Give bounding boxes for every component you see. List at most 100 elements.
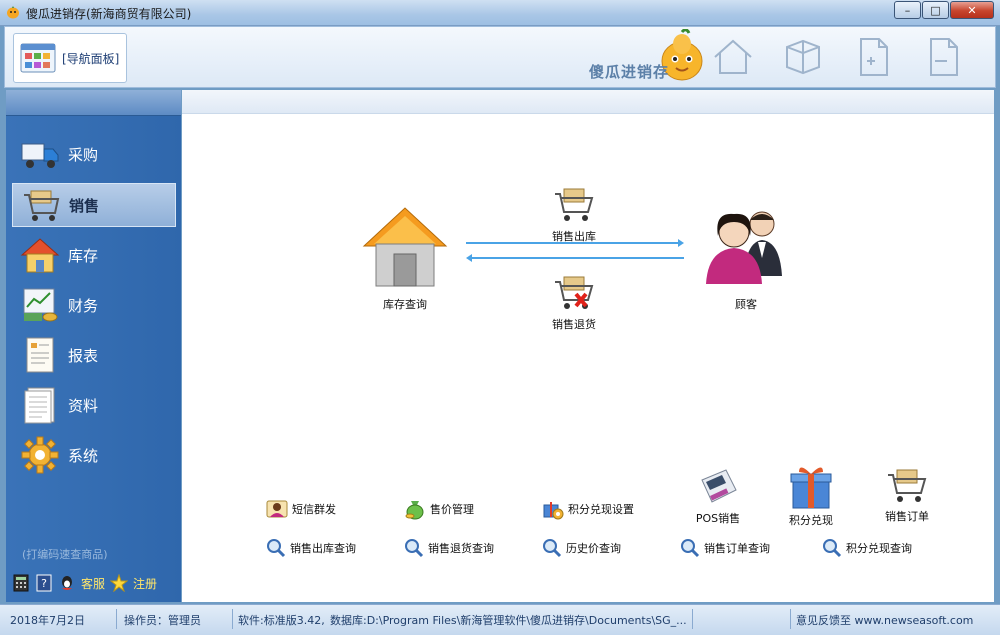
price-history-query-button[interactable]: 历史价查询 bbox=[542, 538, 621, 558]
sidebar-tools: ? 客服 注册 bbox=[12, 574, 157, 592]
nav-panel-tab[interactable]: [导航面板] bbox=[13, 33, 127, 83]
sales-return-icon[interactable] bbox=[552, 274, 596, 312]
finance-icon bbox=[23, 288, 58, 322]
star-icon[interactable] bbox=[110, 574, 129, 592]
sales-outbound-label[interactable]: 销售出库 bbox=[544, 228, 604, 244]
main-content: 库存查询 销售出库 销售退货 顾客 短信群发 售价管理 积分兑现设置 POS销售… bbox=[182, 90, 994, 602]
sales-order-cart-icon bbox=[888, 469, 927, 502]
status-divider bbox=[692, 609, 693, 629]
points-redeem-settings-label: 积分兑现设置 bbox=[568, 503, 634, 516]
sidebar-item-finance[interactable]: 财务 bbox=[12, 283, 176, 327]
report-icon bbox=[26, 337, 54, 373]
gift-settings-icon bbox=[543, 502, 564, 520]
minimize-button[interactable]: – bbox=[894, 1, 921, 19]
pos-sales-button[interactable]: POS销售 bbox=[683, 466, 753, 526]
sales-outbound-query-button[interactable]: 销售出库查询 bbox=[266, 538, 356, 558]
brand-logo: 傻瓜进销存 bbox=[587, 29, 707, 85]
sales-return-query-label: 销售退货查询 bbox=[428, 542, 494, 555]
sidebar-item-purchase[interactable]: 采购 bbox=[12, 132, 176, 176]
pos-terminal-icon bbox=[701, 469, 737, 503]
sms-broadcast-label: 短信群发 bbox=[292, 503, 336, 516]
help-icon[interactable]: ? bbox=[35, 574, 53, 592]
quick-search-hint[interactable]: (打编码速查商品) bbox=[22, 546, 108, 562]
toolbar: [导航面板] 傻瓜进销存 bbox=[4, 26, 996, 88]
sidebar-item-label: 采购 bbox=[68, 145, 99, 164]
sales-order-query-button[interactable]: 销售订单查询 bbox=[680, 538, 770, 558]
sidebar-item-label: 销售 bbox=[69, 196, 100, 215]
brand-text: 傻瓜进销存 bbox=[589, 63, 670, 81]
status-database: 数据库:D:\Program Files\新海管理软件\傻瓜进销存\Docume… bbox=[330, 614, 687, 627]
sidebar-item-label: 财务 bbox=[68, 296, 99, 315]
close-button[interactable]: ✕ bbox=[950, 1, 994, 19]
cart-icon bbox=[24, 190, 60, 221]
sales-order-button[interactable]: 销售订单 bbox=[872, 466, 942, 524]
points-redeem-label: 积分兑现 bbox=[789, 514, 833, 527]
qq-service-icon[interactable] bbox=[58, 574, 76, 592]
status-divider bbox=[232, 609, 233, 629]
search-icon bbox=[405, 539, 424, 558]
svg-text:?: ? bbox=[41, 577, 47, 590]
status-software: 软件:标准版3.42, bbox=[238, 614, 325, 627]
warehouse-query-icon[interactable] bbox=[360, 202, 450, 292]
points-redeem-query-button[interactable]: 积分兑现查询 bbox=[822, 538, 912, 558]
points-redeem-button[interactable]: 积分兑现 bbox=[776, 464, 846, 528]
content-header bbox=[182, 90, 994, 114]
sales-outbound-icon[interactable] bbox=[552, 186, 596, 224]
calculator-icon[interactable] bbox=[12, 574, 30, 592]
sidebar-header bbox=[6, 90, 181, 116]
warehouse-icon bbox=[20, 238, 60, 273]
nav-panel-label: [导航面板] bbox=[62, 51, 120, 66]
points-redeem-settings-button[interactable]: 积分兑现设置 bbox=[542, 498, 634, 520]
customer-label[interactable]: 顾客 bbox=[716, 296, 776, 312]
gift-box-icon bbox=[790, 467, 832, 509]
status-divider bbox=[790, 609, 791, 629]
search-icon bbox=[543, 539, 562, 558]
title-bar: 傻瓜进销存(新海商贸有限公司) – □ ✕ bbox=[0, 0, 1000, 26]
price-management-button[interactable]: 售价管理 bbox=[404, 498, 474, 520]
price-history-query-label: 历史价查询 bbox=[566, 542, 621, 555]
search-icon bbox=[823, 539, 842, 558]
sidebar-item-label: 系统 bbox=[68, 446, 99, 465]
sidebar-item-system[interactable]: 系统 bbox=[12, 433, 176, 477]
price-management-label: 售价管理 bbox=[430, 503, 474, 516]
add-page-icon[interactable] bbox=[851, 35, 895, 79]
points-redeem-query-label: 积分兑现查询 bbox=[846, 542, 912, 555]
contact-icon bbox=[266, 500, 288, 518]
sidebar-item-label: 报表 bbox=[68, 346, 99, 365]
sidebar-item-sales[interactable]: 销售 bbox=[12, 183, 176, 227]
pos-sales-label: POS销售 bbox=[695, 512, 741, 525]
gear-icon bbox=[21, 436, 59, 474]
sidebar-item-label: 库存 bbox=[68, 246, 99, 265]
remove-page-icon[interactable] bbox=[921, 35, 965, 79]
sidebar-item-label: 资料 bbox=[68, 396, 99, 415]
feedback-link[interactable]: 意见反馈至 www.newseasoft.com bbox=[796, 612, 992, 628]
app-logo-icon bbox=[7, 6, 19, 19]
home-icon[interactable] bbox=[711, 35, 755, 79]
sidebar-item-reports[interactable]: 报表 bbox=[12, 333, 176, 377]
sales-return-query-button[interactable]: 销售退货查询 bbox=[404, 538, 494, 558]
sales-order-query-label: 销售订单查询 bbox=[704, 542, 770, 555]
sms-broadcast-button[interactable]: 短信群发 bbox=[266, 498, 336, 520]
register-link[interactable]: 注册 bbox=[133, 575, 157, 592]
nav-grid-icon bbox=[20, 43, 56, 73]
money-bag-icon bbox=[405, 501, 424, 520]
cube-icon[interactable] bbox=[781, 35, 825, 79]
status-bar: 2018年7月2日 操作员：管理员 软件:标准版3.42, 数据库:D:\Pro… bbox=[0, 604, 1000, 635]
status-operator: 操作员：管理员 bbox=[124, 614, 201, 627]
search-icon bbox=[267, 539, 286, 558]
service-link[interactable]: 客服 bbox=[81, 575, 105, 592]
search-icon bbox=[681, 539, 700, 558]
maximize-button[interactable]: □ bbox=[922, 1, 949, 19]
warehouse-query-label[interactable]: 库存查询 bbox=[375, 296, 435, 312]
sidebar: 采购 销售 库存 财务 报表 资料 系统 (打编码速查商品) ? 客服 注册 bbox=[6, 90, 181, 602]
sidebar-item-data[interactable]: 资料 bbox=[12, 383, 176, 427]
document-icon bbox=[24, 387, 55, 424]
window-title: 傻瓜进销存(新海商贸有限公司) bbox=[26, 7, 192, 21]
sales-order-label: 销售订单 bbox=[885, 510, 929, 523]
truck-icon bbox=[21, 143, 59, 168]
sales-outbound-query-label: 销售出库查询 bbox=[290, 542, 356, 555]
sidebar-item-inventory[interactable]: 库存 bbox=[12, 233, 176, 277]
sales-return-label[interactable]: 销售退货 bbox=[544, 316, 604, 332]
status-divider bbox=[116, 609, 117, 629]
customer-icon[interactable] bbox=[700, 206, 792, 286]
